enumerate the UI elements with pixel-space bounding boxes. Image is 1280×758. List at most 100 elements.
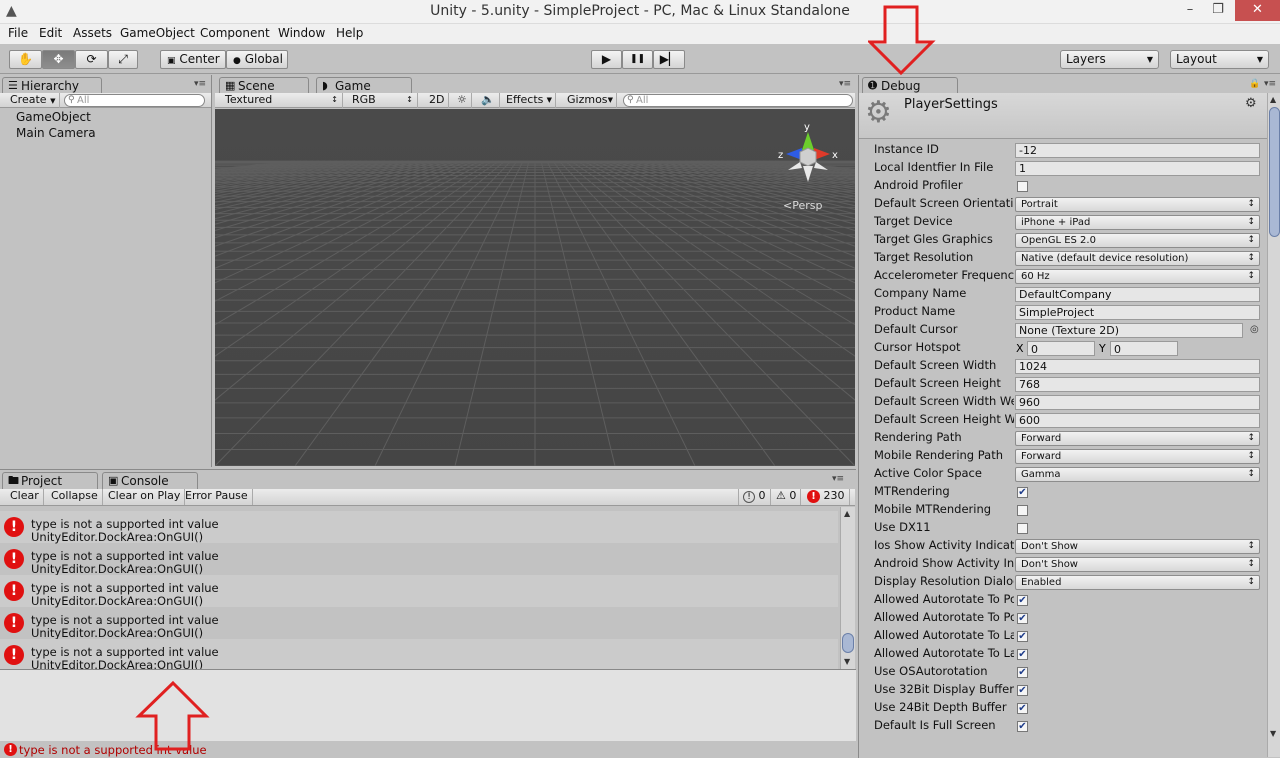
collapse-button[interactable]: Collapse: [47, 489, 103, 505]
pivot-center-button[interactable]: ▣ Center: [160, 50, 226, 69]
property-checkbox[interactable]: ✔: [1017, 721, 1028, 732]
tab-project[interactable]: 🖿 Project: [2, 472, 98, 489]
panel-menu-icon[interactable]: ▾≡: [194, 79, 206, 89]
object-picker-icon[interactable]: ◎: [1250, 324, 1259, 335]
inspector-scrollbar[interactable]: ▲ ▼: [1267, 93, 1280, 757]
scroll-thumb[interactable]: [1269, 107, 1280, 237]
property-dropdown[interactable]: Portrait: [1015, 197, 1260, 212]
error-pause-button[interactable]: Error Pause: [181, 489, 253, 505]
pivot-global-button[interactable]: ● Global: [226, 50, 288, 69]
property-dropdown[interactable]: Don't Show: [1015, 539, 1260, 554]
scene-search-input[interactable]: ⚲ All: [623, 94, 853, 107]
property-dropdown[interactable]: 60 Hz: [1015, 269, 1260, 284]
property-checkbox[interactable]: ✔: [1017, 613, 1028, 624]
menu-assets[interactable]: Assets: [73, 26, 112, 40]
scroll-down-icon[interactable]: ▼: [1270, 729, 1276, 738]
hierarchy-search-input[interactable]: ⚲ All: [64, 94, 205, 107]
hotspot-x-field[interactable]: 0: [1027, 341, 1095, 356]
property-checkbox[interactable]: ✔: [1017, 631, 1028, 642]
menu-file[interactable]: File: [8, 26, 28, 40]
rotate-tool-button[interactable]: ⟳: [75, 50, 108, 69]
menu-edit[interactable]: Edit: [39, 26, 62, 40]
console-row[interactable]: ! type is not a supported int value Unit…: [0, 607, 838, 640]
menu-help[interactable]: Help: [336, 26, 363, 40]
property-dropdown[interactable]: Native (default device resolution): [1015, 251, 1260, 266]
menu-component[interactable]: Component: [200, 26, 270, 40]
property-dropdown[interactable]: Don't Show: [1015, 557, 1260, 572]
menu-window[interactable]: Window: [278, 26, 325, 40]
property-text-field[interactable]: DefaultCompany: [1015, 287, 1260, 302]
property-text-field[interactable]: 960: [1015, 395, 1260, 410]
menu-gameobject[interactable]: GameObject: [120, 26, 195, 40]
shading-mode-dropdown[interactable]: Textured ↕: [221, 93, 343, 108]
panel-menu-icon[interactable]: ▾≡: [1264, 79, 1276, 89]
property-text-field[interactable]: 1024: [1015, 359, 1260, 374]
tab-hierarchy[interactable]: ☰ Hierarchy: [2, 77, 102, 94]
property-dropdown[interactable]: OpenGL ES 2.0: [1015, 233, 1260, 248]
property-dropdown[interactable]: Enabled: [1015, 575, 1260, 590]
render-mode-dropdown[interactable]: RGB ↕: [348, 93, 418, 108]
property-checkbox[interactable]: [1017, 505, 1028, 516]
audio-toggle[interactable]: 🔈: [477, 93, 500, 108]
property-checkbox[interactable]: ✔: [1017, 703, 1028, 714]
maximize-button[interactable]: ❐: [1203, 0, 1233, 21]
step-button[interactable]: ▶▏: [653, 50, 685, 69]
warning-toggle[interactable]: ⚠ 0: [772, 489, 802, 505]
property-checkbox[interactable]: ✔: [1017, 487, 1028, 498]
property-dropdown[interactable]: Forward: [1015, 431, 1260, 446]
property-text-field[interactable]: SimpleProject: [1015, 305, 1260, 320]
console-row[interactable]: ! type is not a supported int value Unit…: [0, 575, 838, 608]
panel-menu-icon[interactable]: ▾≡: [832, 474, 844, 484]
clear-on-play-button[interactable]: Clear on Play: [104, 489, 186, 505]
hand-tool-button[interactable]: ✋: [9, 50, 42, 69]
scale-tool-button[interactable]: ⤢: [108, 50, 138, 69]
component-settings-icon[interactable]: ⚙: [1245, 96, 1257, 111]
lighting-toggle[interactable]: ☼: [453, 93, 472, 108]
tab-game[interactable]: ◗ Game: [316, 77, 412, 94]
console-row[interactable]: ! type is not a supported int value Unit…: [0, 639, 838, 669]
play-button[interactable]: ▶: [591, 50, 622, 69]
scroll-down-icon[interactable]: ▼: [844, 657, 850, 666]
property-dropdown[interactable]: Gamma: [1015, 467, 1260, 482]
gizmos-dropdown[interactable]: Gizmos ▼: [563, 93, 617, 108]
property-checkbox[interactable]: [1017, 181, 1028, 192]
property-checkbox[interactable]: ✔: [1017, 649, 1028, 660]
move-tool-button[interactable]: ✥: [42, 50, 75, 69]
info-toggle[interactable]: ! 0: [738, 489, 771, 505]
scene-viewport[interactable]: y z x <Persp: [215, 109, 855, 466]
property-dropdown[interactable]: iPhone + iPad: [1015, 215, 1260, 230]
mode-2d-button[interactable]: 2D: [425, 93, 450, 108]
layout-dropdown[interactable]: Layout ▼: [1170, 50, 1269, 69]
hierarchy-item-gameobject[interactable]: GameObject: [16, 110, 91, 124]
property-checkbox[interactable]: ✔: [1017, 595, 1028, 606]
property-text-field[interactable]: -12: [1015, 143, 1260, 158]
scroll-up-icon[interactable]: ▲: [844, 509, 850, 518]
pause-button[interactable]: ❚❚: [622, 50, 653, 69]
clear-button[interactable]: Clear: [6, 489, 44, 505]
minimize-button[interactable]: –: [1175, 0, 1205, 21]
scroll-up-icon[interactable]: ▲: [1270, 95, 1276, 104]
property-checkbox[interactable]: [1017, 523, 1028, 534]
console-row[interactable]: ! type is not a supported int value Unit…: [0, 543, 838, 576]
create-dropdown[interactable]: Create ▼: [6, 93, 61, 108]
close-button[interactable]: ✕: [1235, 0, 1280, 21]
error-toggle[interactable]: ! 230: [803, 489, 850, 505]
layers-dropdown[interactable]: Layers ▼: [1060, 50, 1159, 69]
tab-debug[interactable]: ➊ Debug: [862, 77, 958, 94]
console-scrollbar[interactable]: ▲ ▼: [840, 507, 855, 669]
console-row[interactable]: ! type is not a supported int value Unit…: [0, 511, 838, 544]
property-text-field[interactable]: 1: [1015, 161, 1260, 176]
hotspot-y-field[interactable]: 0: [1110, 341, 1178, 356]
property-text-field[interactable]: 768: [1015, 377, 1260, 392]
property-checkbox[interactable]: ✔: [1017, 685, 1028, 696]
hierarchy-item-main-camera[interactable]: Main Camera: [16, 126, 96, 140]
property-dropdown[interactable]: Forward: [1015, 449, 1260, 464]
lock-icon[interactable]: 🔒: [1249, 79, 1260, 89]
panel-menu-icon[interactable]: ▾≡: [839, 79, 851, 89]
scroll-thumb[interactable]: [842, 633, 854, 653]
property-checkbox[interactable]: ✔: [1017, 667, 1028, 678]
property-object-field[interactable]: None (Texture 2D): [1015, 323, 1243, 338]
tab-scene[interactable]: ▦ Scene: [219, 77, 309, 94]
tab-console[interactable]: ▣ Console: [102, 472, 198, 489]
property-text-field[interactable]: 600: [1015, 413, 1260, 428]
